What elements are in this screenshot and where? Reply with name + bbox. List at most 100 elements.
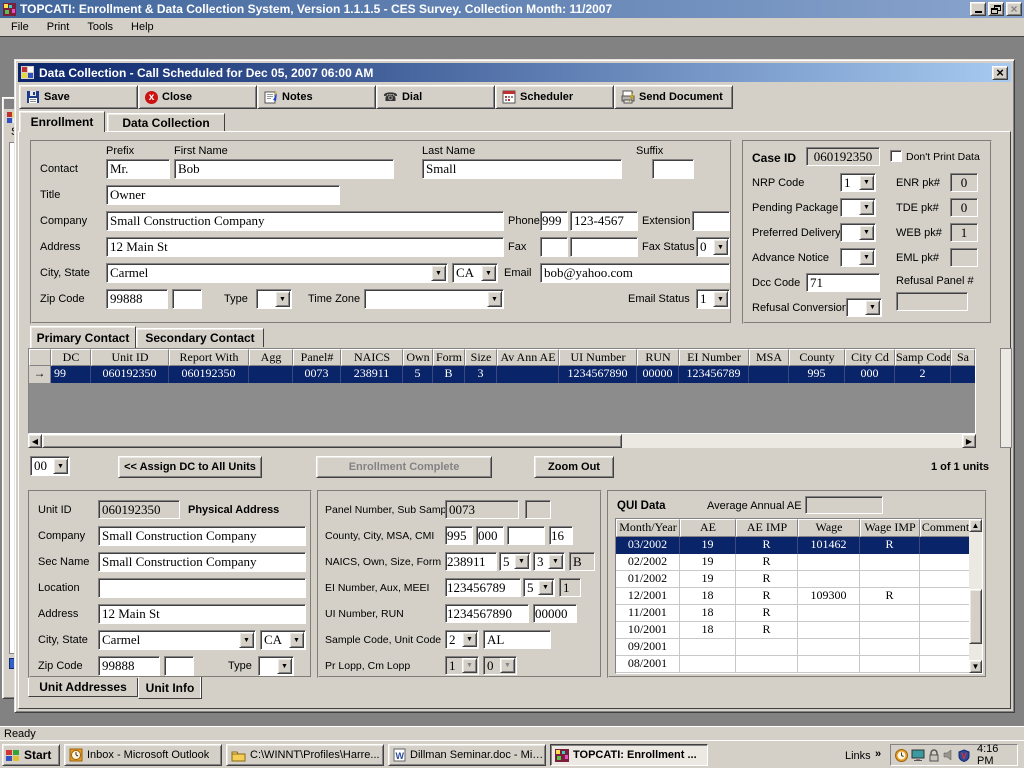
units-grid-vscrollbar[interactable] xyxy=(1000,348,1012,448)
cmi-input[interactable] xyxy=(549,526,573,545)
chevron-down-icon[interactable]: ▼ xyxy=(859,175,874,190)
qui-row[interactable]: 12/2001 18 R 109300 R xyxy=(616,588,982,605)
tab-data-collection[interactable]: Data Collection xyxy=(107,113,225,131)
type-combo[interactable]: ▼ xyxy=(256,289,292,309)
chevron-down-icon[interactable]: ▼ xyxy=(859,225,874,240)
qui-row[interactable]: 09/2001 xyxy=(616,639,982,656)
run-input[interactable] xyxy=(533,604,577,623)
dont-print-checkbox[interactable] xyxy=(890,150,902,162)
msa-input[interactable] xyxy=(507,526,545,545)
prefix-input[interactable] xyxy=(106,159,170,179)
ua-address-input[interactable] xyxy=(98,604,306,624)
aux-combo[interactable]: 5 ▼ xyxy=(523,578,555,597)
ua-zip-input[interactable] xyxy=(98,656,160,676)
links-chevron-icon[interactable]: » xyxy=(875,748,881,760)
ua-city-combo[interactable]: Carmel ▼ xyxy=(98,630,256,650)
tab-primary-contact[interactable]: Primary Contact xyxy=(30,326,136,348)
city-code-input[interactable] xyxy=(476,526,504,545)
task-explorer[interactable]: C:\WINNT\Profiles\Harre... xyxy=(226,744,384,766)
restore-button[interactable] xyxy=(988,2,1004,16)
tray-antivirus-icon[interactable]: V xyxy=(958,749,970,762)
phone-number-input[interactable] xyxy=(570,211,638,231)
ua-company-input[interactable] xyxy=(98,526,306,546)
zip4-input[interactable] xyxy=(172,289,202,309)
close-button[interactable]: × xyxy=(1006,2,1022,16)
email-input[interactable] xyxy=(540,263,730,283)
naics-input[interactable] xyxy=(445,552,497,571)
menu-print[interactable]: Print xyxy=(38,19,79,35)
dial-button[interactable]: ☎ Dial xyxy=(376,85,495,109)
qui-row[interactable]: 10/2001 18 R xyxy=(616,622,982,639)
assign-dc-button[interactable]: << Assign DC to All Units xyxy=(118,456,262,478)
zoom-out-button[interactable]: Zoom Out xyxy=(534,456,614,478)
qui-row[interactable]: 02/2002 19 R xyxy=(616,554,982,571)
address-input[interactable] xyxy=(106,237,504,257)
scroll-up-icon[interactable]: ▲ xyxy=(969,519,982,532)
chevron-down-icon[interactable]: ▼ xyxy=(865,300,880,315)
tray-volume-icon[interactable] xyxy=(943,749,955,761)
city-combo[interactable]: Carmel ▼ xyxy=(106,263,448,283)
nrp-code-combo[interactable]: 1 ▼ xyxy=(840,173,876,192)
unit-code-input[interactable] xyxy=(483,630,551,649)
fax-area-input[interactable] xyxy=(540,237,568,257)
start-button[interactable]: Start xyxy=(2,744,60,766)
email-status-combo[interactable]: 1 ▼ xyxy=(696,289,730,309)
own-combo[interactable]: 5 ▼ xyxy=(499,552,531,571)
task-topcati[interactable]: TOPCATI: Enrollment ... xyxy=(550,744,708,766)
ui-number-input[interactable] xyxy=(445,604,529,623)
first-name-input[interactable] xyxy=(174,159,394,179)
hscroll-thumb[interactable] xyxy=(42,434,622,448)
chevron-down-icon[interactable]: ▼ xyxy=(514,554,529,569)
links-label[interactable]: Links xyxy=(845,750,871,762)
scroll-right-icon[interactable]: ▶ xyxy=(962,434,976,448)
ua-type-combo[interactable]: ▼ xyxy=(258,656,294,676)
chevron-down-icon[interactable]: ▼ xyxy=(431,265,446,281)
county-input[interactable] xyxy=(445,526,473,545)
time-zone-combo[interactable]: ▼ xyxy=(364,289,504,309)
fax-number-input[interactable] xyxy=(570,237,638,257)
tray-clock-time[interactable]: 4:16 PM xyxy=(977,743,1017,767)
refusal-conversion-combo[interactable]: ▼ xyxy=(846,298,882,317)
state-combo[interactable]: CA ▼ xyxy=(452,263,498,283)
chevron-down-icon[interactable]: ▼ xyxy=(487,291,502,307)
extension-input[interactable] xyxy=(692,211,730,231)
chevron-down-icon[interactable]: ▼ xyxy=(53,458,68,474)
qui-row[interactable]: 01/2002 19 R xyxy=(616,571,982,588)
last-name-input[interactable] xyxy=(422,159,622,179)
hscroll-track[interactable] xyxy=(622,434,962,448)
task-outlook[interactable]: Inbox - Microsoft Outlook xyxy=(64,744,222,766)
ua-zip4-input[interactable] xyxy=(164,656,194,676)
tray-clock-icon[interactable] xyxy=(895,749,908,762)
units-grid-hscrollbar[interactable]: ◀ ▶ xyxy=(28,434,976,448)
units-grid-selected-row[interactable]: → 99 060192350 060192350 0073 238911 5 B… xyxy=(29,366,975,383)
dialog-close-button[interactable]: × xyxy=(992,66,1008,80)
chevron-down-icon[interactable]: ▼ xyxy=(289,632,304,648)
scroll-down-icon[interactable]: ▼ xyxy=(969,660,982,673)
tab-unit-addresses[interactable]: Unit Addresses xyxy=(28,678,138,697)
save-button[interactable]: Save xyxy=(19,85,138,109)
chevron-down-icon[interactable]: ▼ xyxy=(713,291,728,307)
tab-unit-info[interactable]: Unit Info xyxy=(138,677,202,699)
qui-vscroll-thumb[interactable] xyxy=(969,589,982,644)
phone-area-input[interactable] xyxy=(540,211,568,231)
chevron-down-icon[interactable]: ▼ xyxy=(481,265,496,281)
minimize-button[interactable] xyxy=(970,2,986,16)
chevron-down-icon[interactable]: ▼ xyxy=(713,239,728,255)
pending-package-combo[interactable]: ▼ xyxy=(840,198,876,217)
scheduler-button[interactable]: Scheduler xyxy=(495,85,614,109)
send-document-button[interactable]: Send Document xyxy=(614,85,733,109)
advance-notice-combo[interactable]: ▼ xyxy=(840,248,876,267)
location-input[interactable] xyxy=(98,578,306,598)
close-toolbar-button[interactable]: x Close xyxy=(138,85,257,109)
chevron-down-icon[interactable]: ▼ xyxy=(859,250,874,265)
preferred-delivery-combo[interactable]: ▼ xyxy=(840,223,876,242)
tab-secondary-contact[interactable]: Secondary Contact xyxy=(136,328,264,347)
chevron-down-icon[interactable]: ▼ xyxy=(277,658,292,674)
ua-state-combo[interactable]: CA ▼ xyxy=(260,630,306,650)
size-combo[interactable]: 3 ▼ xyxy=(533,552,565,571)
tray-lock-icon[interactable] xyxy=(928,749,940,762)
chevron-down-icon[interactable]: ▼ xyxy=(275,291,290,307)
qui-vscrollbar[interactable]: ▲ ▼ xyxy=(969,519,982,673)
scroll-left-icon[interactable]: ◀ xyxy=(28,434,42,448)
dcc-code-input[interactable] xyxy=(806,273,880,292)
